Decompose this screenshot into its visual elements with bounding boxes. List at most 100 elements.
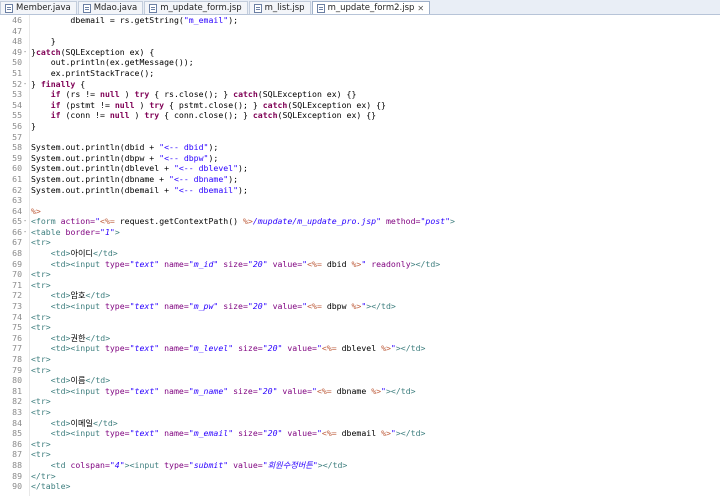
code-text: <tr> (31, 354, 51, 365)
code-token: </table> (31, 481, 71, 492)
tab-0[interactable]: Member.java (0, 1, 77, 14)
code-line: 83 <tr> (0, 407, 720, 418)
code-token: %> (371, 385, 382, 396)
code-line: 87 <tr> (0, 449, 720, 460)
code-line: 70 <tr> (0, 269, 720, 280)
code-token: colspan= (70, 459, 110, 470)
code-token: 아이디 (70, 248, 94, 259)
line-number: 67 (12, 237, 22, 248)
close-icon[interactable]: ✕ (417, 4, 424, 13)
code-line: 77 <td><input type="text" name="m_level"… (0, 343, 720, 354)
code-text: } finally { (31, 79, 85, 90)
code-line: 81 <td><input type="text" name="m_name" … (0, 386, 720, 397)
line-number: 49 (12, 46, 22, 57)
code-line: 60 System.out.println(dblevel + "<-- dble… (0, 163, 720, 174)
code-text: <tr> (31, 449, 51, 460)
line-number: 82 (12, 396, 22, 407)
code-line: 61 System.out.println(dbname + "<-- dbnam… (0, 174, 720, 185)
code-lines: 46 dbemail = rs.getString("m_email"); 47 4… (0, 15, 720, 492)
code-token: "20" (247, 258, 268, 269)
code-token: name= (159, 258, 189, 269)
code-token: "post" (420, 216, 451, 227)
code-token: <tr> (31, 438, 51, 449)
code-token: 암호 (70, 290, 86, 301)
tab-3[interactable]: m_list.jsp (248, 1, 311, 14)
code-token: "<-- dbpw" (159, 152, 209, 163)
code-token: value= (228, 459, 263, 470)
code-token: (SQLException ex) {} (277, 110, 377, 121)
line-number: 64 (12, 205, 22, 216)
code-line: 54 if (pstmt != null ) try { pstmt.close… (0, 100, 720, 111)
tab-4[interactable]: m_update_form2.jsp ✕ (311, 1, 431, 14)
code-token: <td (50, 459, 71, 470)
file-icon (5, 3, 13, 13)
line-number: 74 (12, 311, 22, 322)
code-token: ); (238, 184, 248, 195)
code-token: ></td> (317, 459, 348, 470)
fold-toggle[interactable]: - (23, 79, 29, 90)
code-editor[interactable]: 46 dbemail = rs.getString("m_email"); 47 4… (0, 15, 720, 496)
tab-1[interactable]: Mdao.java (77, 1, 144, 14)
code-token: size= (218, 301, 248, 312)
code-line: 73 <td><input type="text" name="m_pw" si… (0, 301, 720, 312)
code-token: { conn.close(); } (159, 110, 253, 121)
line-number: 58 (12, 142, 22, 153)
code-token: System.out.println(dbemail + (31, 184, 174, 195)
code-token: } (31, 120, 36, 131)
code-token: 이름 (70, 375, 86, 386)
line-number: 76 (12, 332, 22, 343)
code-token: null (114, 99, 135, 110)
code-text: <tr> (31, 269, 51, 280)
line-number: 83 (12, 406, 22, 417)
tab-label: Mdao.java (93, 3, 138, 13)
code-line: 85 <td><input type="text" name="m_email"… (0, 428, 720, 439)
tab-2[interactable]: m_update_form.jsp (144, 1, 248, 14)
code-token: <td><input (50, 385, 105, 396)
code-token: size= (233, 428, 263, 439)
line-number: 63 (12, 195, 22, 206)
code-line: 86 <tr> (0, 439, 720, 450)
code-token: type= (104, 343, 130, 354)
code-token: try (144, 110, 160, 121)
code-text: dbemail = rs.getString("m_email"); (31, 15, 238, 26)
code-text: <td>아이디</td> (31, 248, 118, 259)
code-token: action= (60, 216, 96, 227)
code-token: <%= (100, 216, 115, 227)
code-text: System.out.println(dbname + "<-- dbname"… (31, 174, 238, 185)
tab-label: m_list.jsp (264, 3, 305, 13)
code-token: ); (228, 15, 239, 25)
code-token: ><input (124, 459, 165, 470)
code-text: <td><input type="text" name="m_pw" size=… (31, 301, 396, 312)
code-token: %> (381, 428, 391, 439)
code-line: 52-} finally { (0, 79, 720, 90)
code-token: 권한 (70, 332, 86, 343)
line-number: 71 (12, 279, 22, 290)
fold-toggle[interactable]: - (23, 227, 29, 238)
code-token: </td> (85, 332, 111, 343)
code-token: </td> (93, 417, 118, 428)
code-token: %> (351, 258, 362, 269)
code-token: <td><input (50, 343, 105, 354)
line-number: 87 (12, 449, 22, 460)
code-token: System.out.println(dbid + (31, 142, 160, 153)
code-token: <%= (316, 385, 332, 396)
file-icon (253, 3, 262, 13)
code-text: }catch(SQLException ex) { (31, 47, 154, 58)
code-token: > (114, 226, 120, 237)
code-line: 65- <form action="<%= request.getContextP… (0, 216, 720, 227)
fold-toggle[interactable]: - (23, 216, 29, 227)
fold-toggle[interactable]: - (23, 47, 29, 58)
code-token: (conn != (60, 110, 110, 121)
code-token: { rs.close(); } (149, 89, 234, 100)
line-number: 72 (12, 290, 22, 301)
code-token: "m_name" (188, 385, 229, 396)
code-text: <tr> (31, 237, 51, 248)
code-token: value= (282, 428, 317, 439)
line-number: 56 (12, 120, 22, 131)
code-text: System.out.println(dbemail + "<-- dbemai… (31, 185, 248, 196)
code-token: %> (351, 301, 362, 312)
code-text: <tr> (31, 322, 51, 333)
line-number: 78 (12, 354, 22, 364)
code-text: if (conn != null ) try { conn.close(); }… (31, 110, 376, 121)
